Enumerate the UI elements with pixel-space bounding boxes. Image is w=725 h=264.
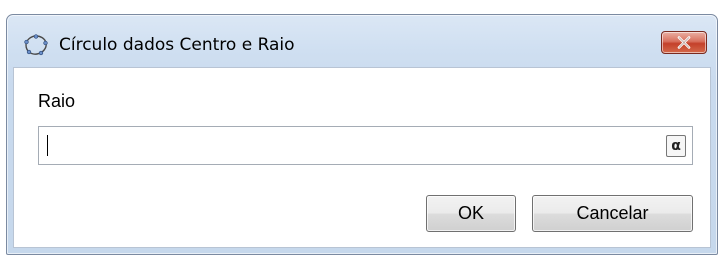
dialog-title-bar[interactable]: Círculo dados Centro e Raio	[7, 15, 717, 67]
radius-label: Raio	[38, 91, 76, 111]
close-button[interactable]	[661, 31, 707, 54]
ok-button[interactable]: OK	[426, 195, 516, 232]
text-caret	[47, 135, 48, 156]
dialog-title: Círculo dados Centro e Raio	[59, 35, 295, 55]
circle-tool-icon	[24, 34, 48, 56]
cancel-button[interactable]: Cancelar	[532, 195, 693, 232]
dialog-content: Raio α OK Cancelar	[13, 67, 711, 248]
close-icon	[677, 36, 691, 49]
symbol-picker-button[interactable]: α	[666, 135, 686, 157]
radius-input[interactable]: α	[38, 126, 693, 165]
dialog-window: Círculo dados Centro e Raio Raio α OK Ca…	[6, 14, 718, 255]
